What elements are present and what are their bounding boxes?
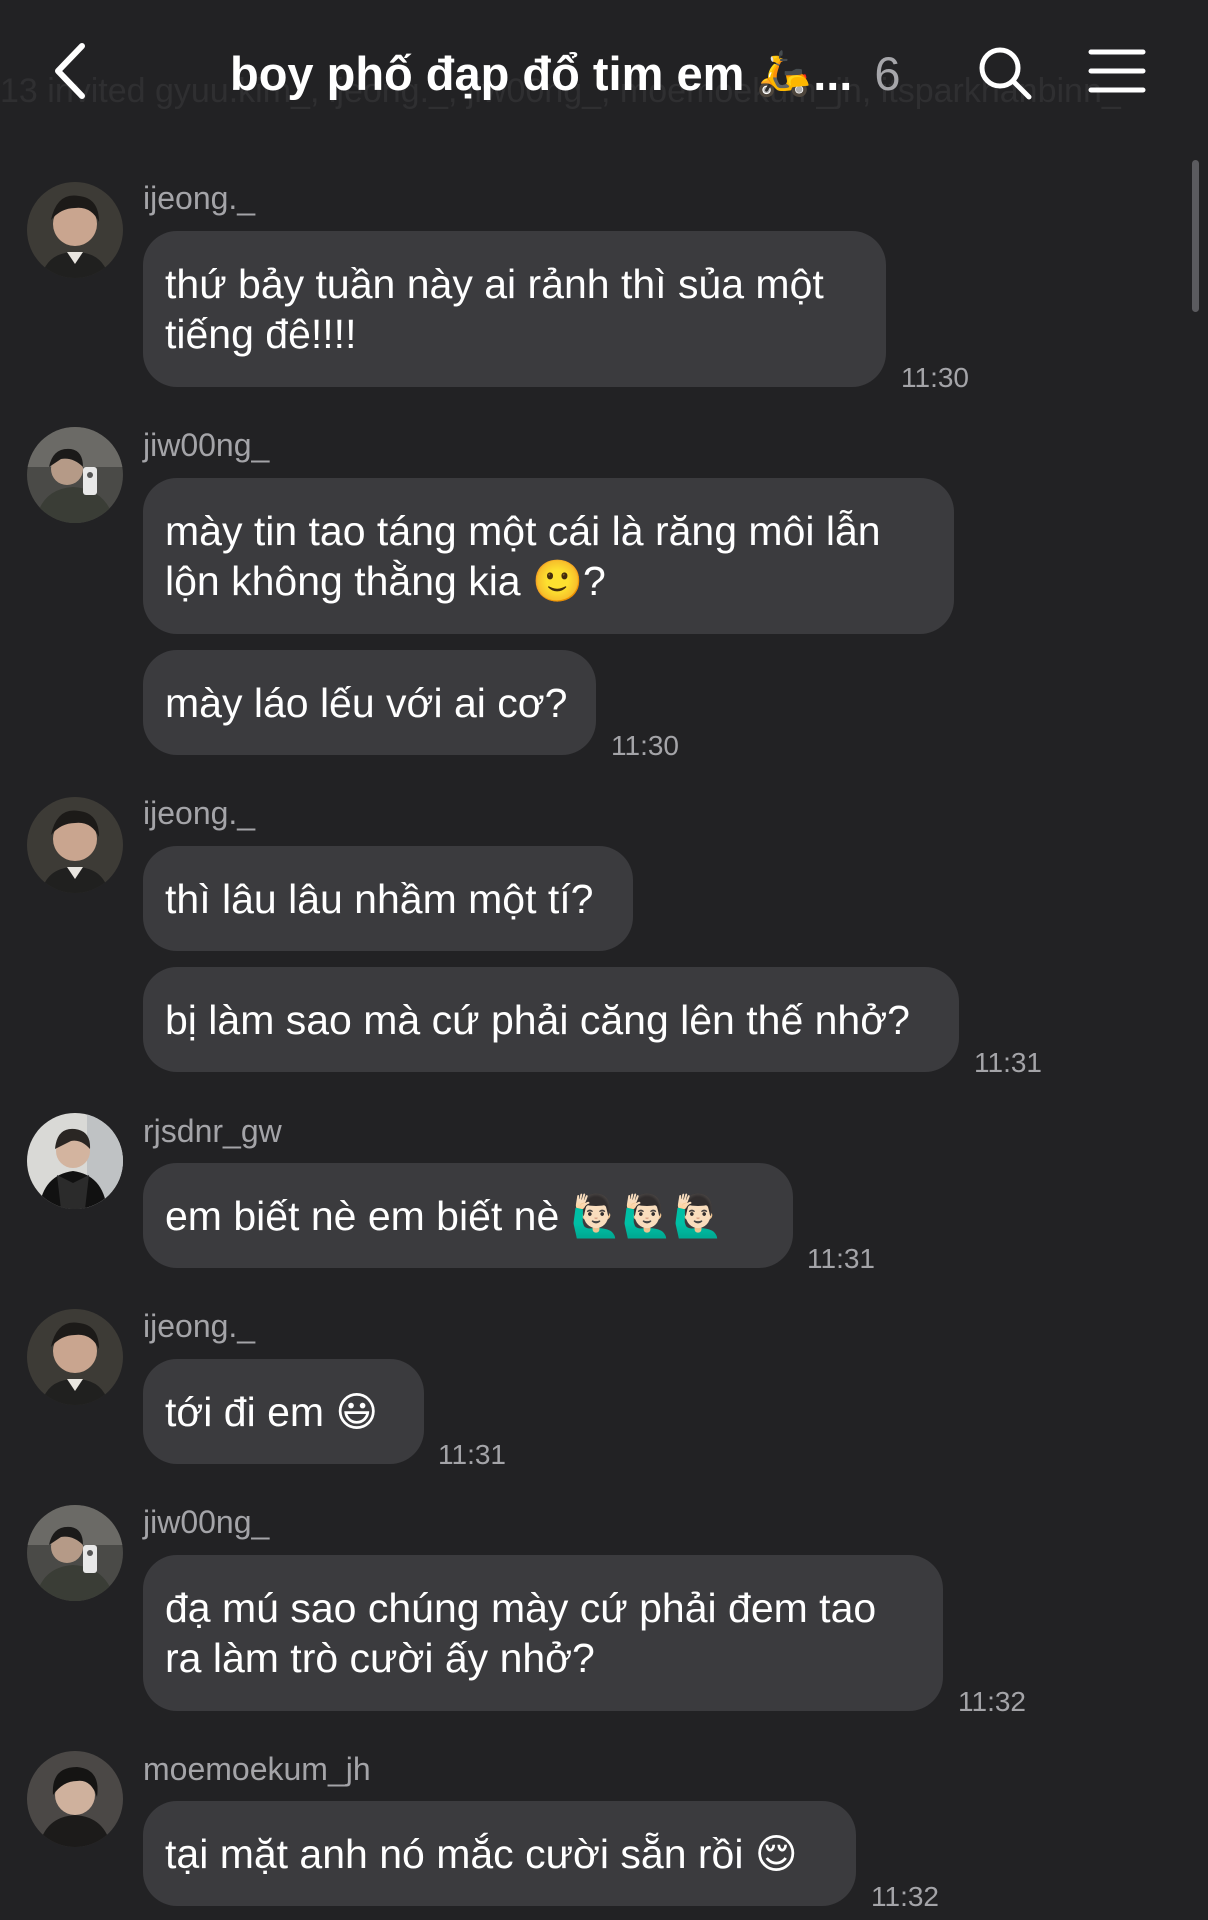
username[interactable]: ijeong._ (143, 1308, 255, 1345)
message-timestamp: 11:32 (871, 1881, 939, 1912)
message-bubble[interactable]: thứ bảy tuần này ai rảnh thì sủa một tiế… (143, 231, 886, 387)
message-bubble[interactable]: bị làm sao mà cứ phải căng lên thế nhở? (143, 967, 959, 1072)
username[interactable]: jiw00ng_ (143, 1504, 269, 1541)
message-text-line: mày láo lếu với ai cơ? (165, 679, 568, 726)
message-text-line: em biết nè em biết nè 🙋🏻‍♂️🙋🏻‍♂️🙋🏻‍♂️ (165, 1192, 724, 1239)
avatar-jiw00ng[interactable] (27, 1505, 123, 1601)
avatar-photo (27, 182, 123, 278)
message-timestamp: 11:31 (807, 1243, 875, 1274)
avatar-photo (27, 1751, 123, 1847)
username[interactable]: ijeong._ (143, 795, 255, 832)
menu-icon (1088, 49, 1146, 93)
chevron-left-icon (55, 43, 85, 99)
message-bubble[interactable]: tới đi em 😃 (143, 1359, 424, 1464)
message-bubble[interactable]: tại mặt anh nó mắc cười sẵn rồi 😌 (143, 1801, 856, 1906)
avatar-ijeong[interactable] (27, 797, 123, 893)
message-bubble[interactable]: thì lâu lâu nhầm một tí? (143, 846, 633, 951)
avatar-photo (27, 427, 123, 523)
message-text-line: bị làm sao mà cứ phải căng lên thế nhở? (165, 996, 910, 1043)
search-button[interactable] (976, 44, 1034, 102)
message-timestamp: 11:30 (611, 730, 679, 761)
message-text-line: thứ bảy tuần này ai rảnh thì sủa một (165, 261, 824, 307)
message-bubble[interactable]: mày tin tao táng một cái là răng môi lẫn… (143, 478, 954, 634)
message-timestamp: 11:32 (958, 1686, 1026, 1717)
avatar-ijeong[interactable] (27, 182, 123, 278)
message-bubble[interactable]: em biết nè em biết nè 🙋🏻‍♂️🙋🏻‍♂️🙋🏻‍♂️ (143, 1163, 793, 1268)
chat-title-text: boy phố đạp đổ tim em (230, 46, 745, 100)
avatar-moemoekum-jh[interactable] (27, 1751, 123, 1847)
member-count: 6 (874, 46, 901, 100)
title-ellipsis: ... (813, 46, 853, 100)
message-text-line: ra làm trò cười ấy nhở? (165, 1635, 595, 1681)
avatar-ijeong[interactable] (27, 1309, 123, 1405)
avatar-photo (27, 1113, 123, 1209)
avatar-photo (27, 1505, 123, 1601)
message-timestamp: 11:31 (974, 1047, 1042, 1078)
username[interactable]: moemoekum_jh (143, 1751, 371, 1788)
avatar-photo (27, 1309, 123, 1405)
chat-header: 13 invited gyuu.kim_, ijeong._, jiw00ng_… (0, 0, 1208, 150)
message-text-line: tới đi em 😃 (165, 1388, 379, 1435)
avatar-jiw00ng[interactable] (27, 427, 123, 523)
scooter-icon: 🛵 (756, 49, 812, 98)
message-bubble[interactable]: đạ mú sao chúng mày cứ phải đem tao ra l… (143, 1555, 943, 1711)
menu-button[interactable] (1088, 46, 1146, 96)
search-icon (979, 47, 1032, 100)
message-timestamp: 11:30 (901, 362, 969, 393)
avatar-rjsdnr-gw[interactable] (27, 1113, 123, 1209)
message-text-line: mày tin tao táng một cái là răng môi lẫn (165, 508, 881, 554)
scrollbar[interactable] (1192, 160, 1199, 312)
message-text-line: tiếng đê!!!! (165, 311, 357, 357)
message-bubble[interactable]: mày láo lếu với ai cơ? (143, 650, 596, 755)
message-timestamp: 11:31 (438, 1439, 506, 1470)
username[interactable]: ijeong._ (143, 180, 255, 217)
username[interactable]: jiw00ng_ (143, 427, 269, 464)
message-text-line: lộn không thằng kia 🙂? (165, 558, 606, 604)
chat-title[interactable]: boy phố đạp đổ tim em 🛵 ... 6 (230, 38, 901, 108)
back-button[interactable] (44, 36, 104, 106)
message-text-line: thì lâu lâu nhầm một tí? (165, 875, 594, 922)
message-text-line: tại mặt anh nó mắc cười sẵn rồi 😌 (165, 1830, 798, 1877)
username[interactable]: rjsdnr_gw (143, 1113, 282, 1150)
avatar-photo (27, 797, 123, 893)
message-text-line: đạ mú sao chúng mày cứ phải đem tao (165, 1585, 877, 1631)
